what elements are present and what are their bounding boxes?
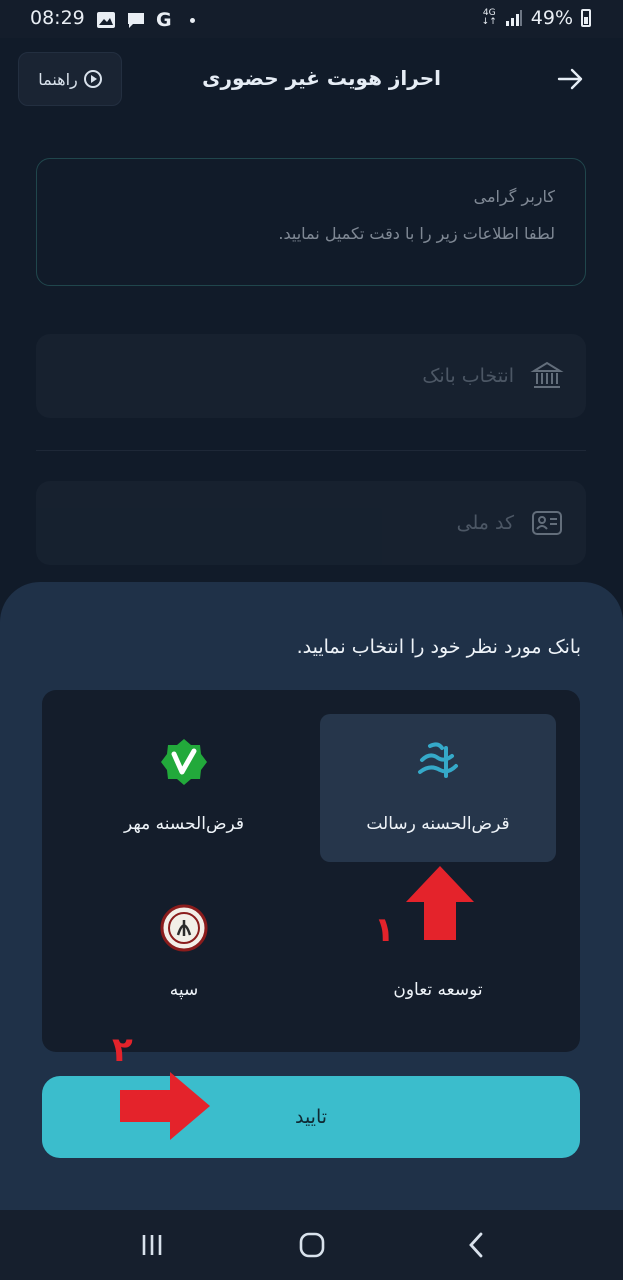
status-time: 08:29 — [30, 7, 85, 29]
battery-icon — [581, 9, 591, 27]
form-content: کاربر گرامی لطفا اطلاعات زیر را با دقت ت… — [0, 124, 623, 594]
recent-apps-icon — [142, 1235, 162, 1255]
notice-box: کاربر گرامی لطفا اطلاعات زیر را با دقت ت… — [36, 158, 586, 286]
battery-percent: 49% — [530, 7, 573, 29]
sheet-title: بانک مورد نظر خود را انتخاب نمایید. — [296, 636, 581, 658]
mehr-logo-icon — [158, 736, 210, 788]
bank-select-field[interactable]: انتخاب بانک — [36, 334, 586, 418]
google-icon: G — [156, 9, 172, 31]
system-nav-bar — [0, 1210, 623, 1280]
bank-selection-sheet: بانک مورد نظر خود را انتخاب نمایید. قرض‌… — [0, 582, 623, 1210]
step2-number: ۲ — [112, 1030, 133, 1070]
bank-list: قرض‌الحسنه رسالت قرض‌الحسنه مهر توسعه تع… — [42, 690, 580, 1052]
bank-select-placeholder: انتخاب بانک — [422, 365, 514, 387]
sepah-logo-icon — [158, 902, 210, 954]
network-indicator: 4G ↓↑ — [481, 8, 497, 27]
notice-greeting: کاربر گرامی — [473, 187, 555, 206]
page-title: احراز هویت غیر حضوری — [202, 66, 441, 90]
bank-name: سپه — [169, 980, 199, 1000]
help-label: راهنما — [38, 69, 78, 89]
gallery-icon — [97, 12, 115, 28]
bank-name: توسعه تعاون — [393, 980, 483, 1000]
confirm-button[interactable]: تایید — [42, 1076, 580, 1158]
national-code-placeholder: کد ملی — [456, 512, 514, 534]
notice-message: لطفا اطلاعات زیر را با دقت تکمیل نمایید. — [278, 224, 555, 243]
bank-name: قرض‌الحسنه رسالت — [366, 814, 510, 834]
message-icon — [128, 13, 144, 28]
play-circle-icon — [83, 70, 102, 88]
signal-icon — [505, 10, 522, 26]
back-arrow-icon[interactable] — [555, 64, 585, 94]
bank-option-resalat[interactable]: قرض‌الحسنه رسالت — [320, 714, 556, 862]
home-button[interactable] — [292, 1228, 332, 1262]
back-button[interactable] — [456, 1228, 496, 1262]
back-icon — [469, 1232, 483, 1258]
recent-apps-button[interactable] — [132, 1228, 172, 1262]
id-card-icon — [532, 511, 562, 535]
national-code-field[interactable]: کد ملی — [36, 481, 586, 565]
help-button[interactable]: راهنما — [18, 52, 122, 106]
form-divider — [36, 450, 586, 451]
bank-name: قرض‌الحسنه مهر — [123, 814, 245, 834]
home-icon — [299, 1232, 325, 1258]
bank-option-sepah[interactable]: سپه — [66, 880, 302, 1028]
resalat-logo-icon — [412, 736, 464, 788]
step1-number: ۱ — [374, 910, 395, 950]
app-header: راهنما احراز هویت غیر حضوری — [0, 38, 623, 124]
bank-option-tosee-taavon[interactable]: توسعه تعاون — [320, 880, 556, 1028]
tosee-taavon-logo-icon — [412, 902, 464, 954]
status-bar: 08:29 G 4G ↓↑ 49% — [0, 0, 623, 38]
bank-option-mehr[interactable]: قرض‌الحسنه مهر — [66, 714, 302, 862]
bank-icon — [530, 361, 564, 388]
notification-dot — [189, 17, 195, 23]
